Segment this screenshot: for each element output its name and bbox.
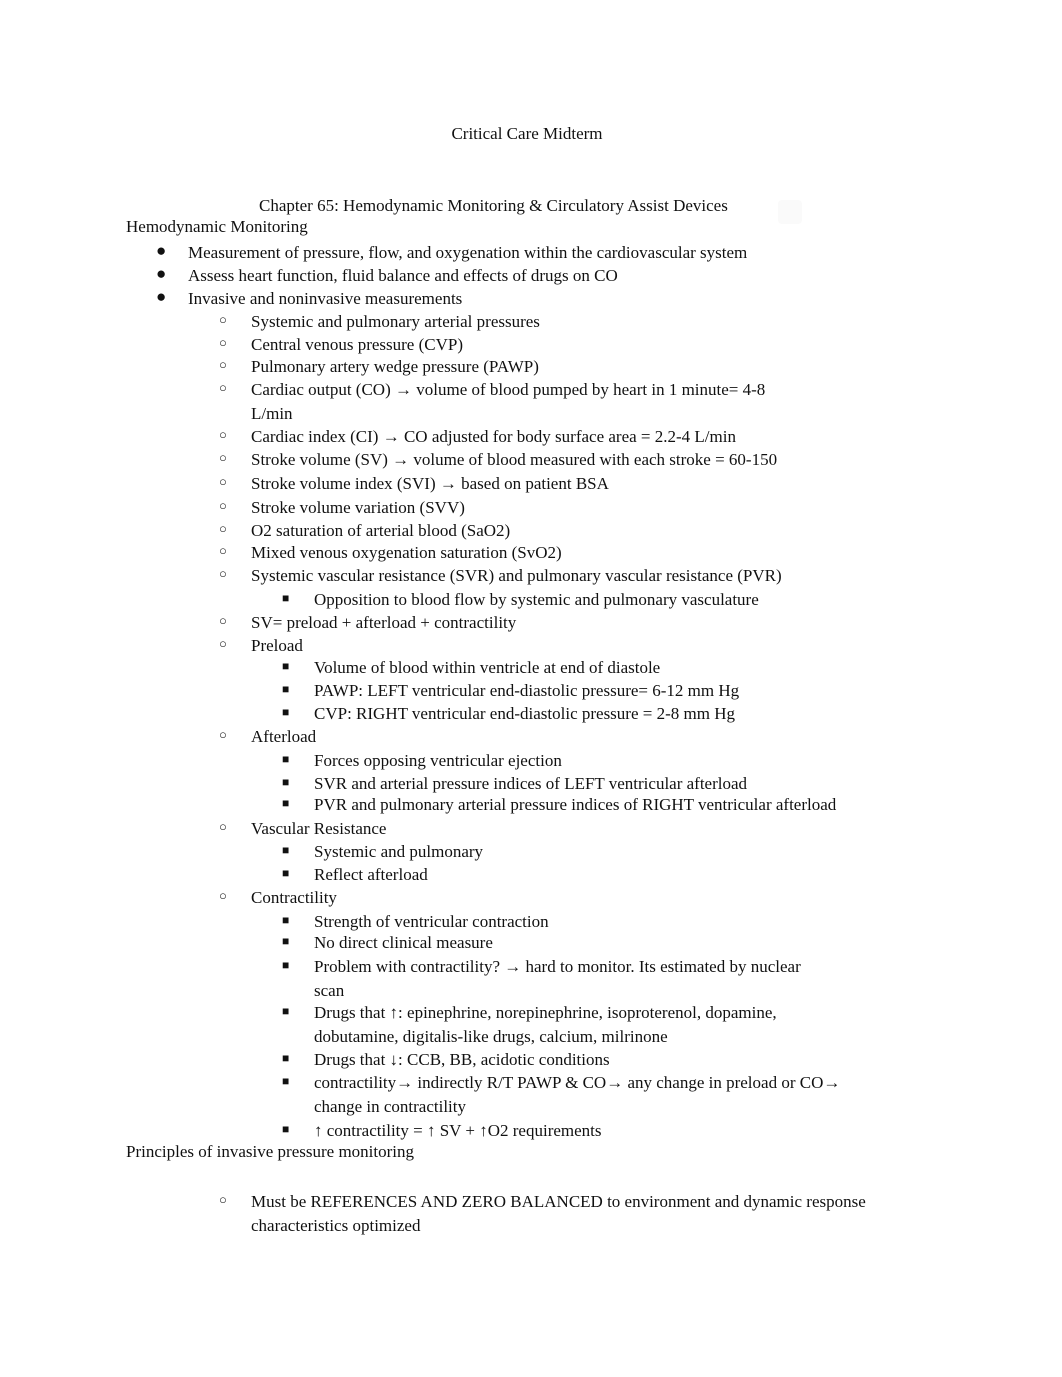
bullet-circle-icon: ○	[219, 819, 227, 834]
list-item-text: Must be REFERENCES AND ZERO BALANCED to …	[251, 1192, 866, 1235]
list-item-text: PAWP: LEFT ventricular end-diastolic pre…	[314, 681, 740, 700]
list-item-text: Volume of blood within ventricle at end …	[314, 658, 661, 677]
list-item-text: SVR and arterial pressure indices of LEF…	[314, 774, 748, 793]
page-artifact	[778, 200, 802, 224]
list-item-text: Stroke volume (SV) → volume of blood mea…	[251, 450, 778, 469]
list-item-text: Stroke volume index (SVI) → based on pat…	[251, 474, 609, 493]
section-heading-invasive-pressure: Principles of invasive pressure monitori…	[126, 1142, 415, 1161]
list-item-text: Afterload	[251, 727, 317, 746]
chapter-heading: Chapter 65: Hemodynamic Monitoring & Cir…	[259, 196, 728, 215]
bullet-circle-icon: ○	[219, 888, 227, 903]
bullet-circle-icon: ○	[219, 636, 227, 651]
list-item-text: Invasive and noninvasive measurements	[188, 289, 463, 308]
bullet-square-icon: ■	[282, 866, 290, 880]
list-item-text: Assess heart function, fluid balance and…	[188, 266, 618, 285]
bullet-square-icon: ■	[282, 913, 290, 927]
bullet-circle-icon: ○	[219, 543, 227, 558]
list-item-text: Forces opposing ventricular ejection	[314, 751, 562, 770]
list-item-text-continuation: characteristics optimized	[251, 1215, 421, 1235]
list-item-text: Reflect afterload	[314, 865, 428, 884]
bullet-circle-icon: ○	[219, 566, 227, 581]
bullet-circle-icon: ○	[219, 335, 227, 350]
bullet-circle-icon: ○	[219, 380, 227, 395]
list-item-text: Stroke volume variation (SVV)	[251, 498, 465, 517]
list-item-text: O2 saturation of arterial blood (SaO2)	[251, 521, 511, 540]
bullet-circle-icon: ○	[219, 727, 227, 742]
bullet-disc-icon: ●	[156, 241, 167, 260]
list-item-text-continuation: change in contractility	[314, 1096, 466, 1116]
bullet-square-icon: ■	[282, 1051, 290, 1065]
list-item-text-continuation: L/min	[251, 403, 293, 423]
bullet-square-icon: ■	[282, 796, 290, 810]
list-item-text: Systemic vascular resistance (SVR) and p…	[251, 566, 782, 585]
list-item-text: No direct clinical measure	[314, 933, 493, 952]
bullet-disc-icon: ●	[156, 287, 167, 306]
list-item-text: Mixed venous oxygenation saturation (SvO…	[251, 543, 562, 562]
list-item-text-continuation: dobutamine, digitalis-like drugs, calciu…	[314, 1026, 668, 1046]
bullet-square-icon: ■	[282, 682, 290, 696]
list-item-text: Preload	[251, 636, 303, 655]
bullet-circle-icon: ○	[219, 357, 227, 372]
list-item-text: Drugs that ↑: epinephrine, norepinephrin…	[314, 1003, 777, 1046]
list-item-text: PVR and pulmonary arterial pressure indi…	[314, 795, 837, 814]
list-item-text: Problem with contractility? → hard to mo…	[314, 957, 801, 1000]
bullet-square-icon: ■	[282, 591, 290, 605]
document-title: Critical Care Midterm	[451, 124, 603, 143]
list-item-text: Vascular Resistance	[251, 819, 387, 838]
list-item-text: Pulmonary artery wedge pressure (PAWP)	[251, 357, 539, 376]
bullet-square-icon: ■	[282, 843, 290, 857]
list-item-text: Central venous pressure (CVP)	[251, 335, 463, 354]
list-item-text: Systemic and pulmonary arterial pressure…	[251, 312, 540, 331]
list-item-text: SV= preload + afterload + contractility	[251, 613, 517, 632]
bullet-circle-icon: ○	[219, 521, 227, 536]
list-item-text: contractility→ indirectly R/T PAWP & CO→…	[314, 1073, 841, 1116]
bullet-circle-icon: ○	[219, 450, 227, 465]
bullet-square-icon: ■	[282, 775, 290, 789]
bullet-square-icon: ■	[282, 1122, 290, 1136]
bullet-circle-icon: ○	[219, 312, 227, 327]
list-item-text: Contractility	[251, 888, 337, 907]
bullet-circle-icon: ○	[219, 498, 227, 513]
list-item-text: Measurement of pressure, flow, and oxyge…	[188, 243, 748, 262]
list-item-text: Systemic and pulmonary	[314, 842, 484, 861]
bullet-square-icon: ■	[282, 659, 290, 673]
bullet-circle-icon: ○	[219, 613, 227, 628]
list-item-text: Cardiac output (CO) → volume of blood pu…	[251, 380, 766, 423]
bullet-square-icon: ■	[282, 1004, 290, 1018]
bullet-square-icon: ■	[282, 752, 290, 766]
list-item-text: ↑ contractility = ↑ SV + ↑O2 requirement…	[314, 1121, 602, 1140]
bullet-disc-icon: ●	[156, 264, 167, 283]
list-item-text: Strength of ventricular contraction	[314, 912, 549, 931]
bullet-circle-icon: ○	[219, 427, 227, 442]
bullet-circle-icon: ○	[219, 474, 227, 489]
bullet-square-icon: ■	[282, 958, 290, 972]
list-item-text: Drugs that ↓: CCB, BB, acidotic conditio…	[314, 1050, 610, 1069]
list-item-text: CVP: RIGHT ventricular end-diastolic pre…	[314, 704, 735, 723]
list-item-text-continuation: scan	[314, 980, 345, 1000]
bullet-square-icon: ■	[282, 1074, 290, 1088]
bullet-circle-icon: ○	[219, 1192, 227, 1207]
list-item-text: Cardiac index (CI) → CO adjusted for bod…	[251, 427, 736, 446]
section-heading-hemodynamic-monitoring: Hemodynamic Monitoring	[126, 217, 308, 236]
bullet-square-icon: ■	[282, 934, 290, 948]
list-item-text: Opposition to blood flow by systemic and…	[314, 590, 759, 609]
bullet-square-icon: ■	[282, 705, 290, 719]
